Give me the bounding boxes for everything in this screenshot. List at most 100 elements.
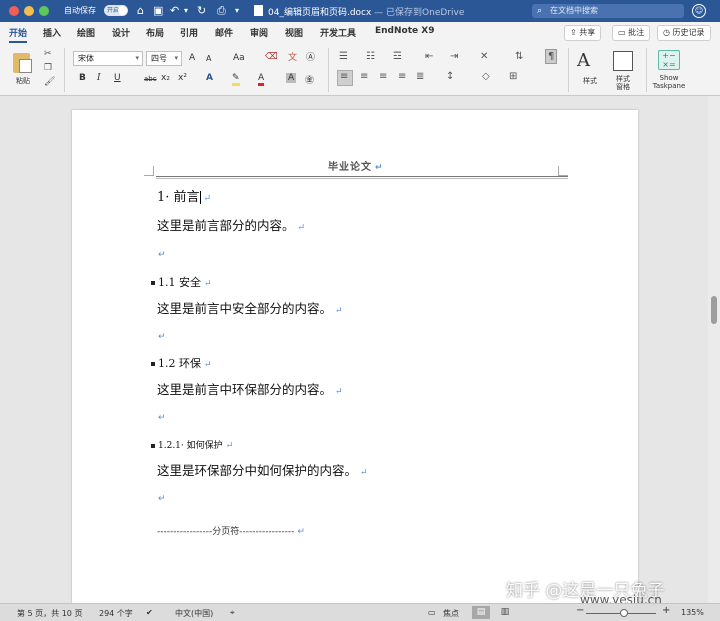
search-input[interactable]: 在文档中搜索 — [532, 4, 684, 18]
borders-icon[interactable]: ⊞ — [509, 71, 517, 82]
strikethrough-button[interactable]: abc — [144, 75, 157, 83]
font-name-select[interactable]: 宋体 ▾ — [73, 51, 143, 66]
focus-icon[interactable]: ▭ — [428, 608, 436, 617]
autosave-toggle[interactable]: 开启 — [104, 5, 128, 16]
decrease-indent-icon[interactable]: ⇤ — [425, 51, 433, 62]
scrollbar-thumb[interactable] — [711, 296, 717, 324]
superscript-button[interactable]: x² — [178, 73, 187, 83]
undo-dropdown-icon[interactable]: ▾ — [184, 3, 188, 19]
zoom-window-button[interactable] — [39, 6, 49, 16]
align-left-icon[interactable]: ≡ — [340, 71, 348, 82]
body-paragraph[interactable]: 这里是前言中环保部分的内容。 ↵ — [157, 379, 343, 398]
document-canvas[interactable]: 毕业论文 ↵ 1· 前言 ↵ 这里是前言部分的内容。 ↵ ↵ 1.1 安全 ↵ 这里是前… — [0, 96, 720, 603]
phonetic-guide-icon[interactable]: 文 — [288, 50, 297, 63]
save-icon[interactable]: ▣ — [153, 3, 163, 19]
shading-icon[interactable]: ◇ — [482, 71, 490, 82]
history-button[interactable]: ◷ 历史记录 — [657, 25, 711, 41]
body-paragraph[interactable]: 这里是环保部分中如何保护的内容。 ↵ — [157, 460, 368, 479]
zoom-in-button[interactable]: + — [662, 605, 670, 616]
word-count[interactable]: 294 个字 — [99, 608, 133, 619]
print-layout-view-button[interactable]: ▤ — [472, 606, 490, 619]
cut-icon[interactable]: ✂ — [44, 49, 52, 59]
increase-indent-icon[interactable]: ⇥ — [450, 51, 458, 62]
paste-button[interactable] — [10, 50, 34, 74]
align-right-icon[interactable]: ≡ — [379, 71, 387, 82]
line-spacing-icon[interactable]: ↕ — [446, 71, 454, 82]
heading-1[interactable]: 1· 前言 ↵ — [157, 186, 211, 205]
highlight-icon[interactable]: ✎ — [232, 73, 240, 86]
zoom-level[interactable]: 135% — [681, 608, 704, 617]
page-count[interactable]: 第 5 页，共 10 页 — [17, 608, 82, 619]
heading-text: 1.2.1· 如何保护 — [158, 441, 223, 451]
empty-paragraph-mark: ↵ — [158, 494, 166, 504]
redo-icon[interactable]: ↻ — [197, 3, 206, 19]
vertical-scrollbar[interactable] — [708, 96, 720, 603]
tab-layout[interactable]: 布局 — [146, 26, 164, 39]
justify-icon[interactable]: ≡ — [398, 71, 406, 82]
chinese-layout-icon[interactable]: ✕ — [480, 51, 488, 62]
bold-button[interactable]: B — [79, 73, 86, 83]
close-window-button[interactable] — [9, 6, 19, 16]
zoom-slider-knob[interactable] — [620, 609, 628, 617]
format-painter-icon[interactable]: 🖌 — [44, 77, 55, 87]
character-shading-icon[interactable]: A — [286, 73, 297, 83]
shrink-font-button[interactable]: A — [206, 54, 211, 63]
tab-view[interactable]: 视图 — [285, 26, 303, 39]
tab-design[interactable]: 设计 — [112, 26, 130, 39]
styles-icon[interactable]: A — [577, 50, 590, 71]
heading-3[interactable]: 1.2.1· 如何保护 ↵ — [151, 438, 233, 451]
document-page[interactable]: 毕业论文 ↵ 1· 前言 ↵ 这里是前言部分的内容。 ↵ ↵ 1.1 安全 ↵ 这里是前… — [72, 110, 638, 603]
web-layout-view-button[interactable]: ▥ — [496, 606, 514, 619]
tab-developer[interactable]: 开发工具 — [320, 26, 356, 39]
home-icon[interactable]: ⌂ — [137, 3, 144, 19]
zoom-out-button[interactable]: − — [576, 605, 584, 616]
enclose-character-icon[interactable]: Ⓐ — [306, 50, 315, 63]
tab-mailings[interactable]: 邮件 — [215, 26, 233, 39]
tab-insert[interactable]: 插入 — [43, 26, 61, 39]
print-icon[interactable]: ⎙ — [217, 3, 226, 19]
underline-button[interactable]: U — [114, 73, 121, 83]
distributed-icon[interactable]: ≣ — [416, 71, 424, 82]
comments-button[interactable]: ▭ 批注 — [612, 25, 651, 41]
enclosed-character-icon[interactable]: ㊎ — [305, 73, 314, 86]
more-icon[interactable]: ▾ — [235, 3, 239, 19]
proofing-icon[interactable]: ✔ — [146, 608, 153, 617]
tab-references[interactable]: 引用 — [180, 26, 198, 39]
tab-draw[interactable]: 绘图 — [77, 26, 95, 39]
heading-2[interactable]: 1.2 环保 ↵ — [151, 355, 212, 371]
accessibility-icon[interactable]: ⌖ — [230, 608, 235, 618]
italic-button[interactable]: I — [97, 73, 101, 83]
tab-review[interactable]: 审阅 — [250, 26, 268, 39]
font-size-select[interactable]: 四号 ▾ — [146, 51, 182, 66]
minimize-window-button[interactable] — [24, 6, 34, 16]
clear-formatting-icon[interactable]: ⌫ — [265, 52, 278, 62]
numbering-icon[interactable]: ☷ — [366, 51, 375, 62]
body-paragraph[interactable]: 这里是前言部分的内容。 ↵ — [157, 215, 305, 234]
show-marks-icon[interactable]: ¶ — [545, 49, 558, 64]
align-center-icon[interactable]: ≡ — [360, 71, 368, 82]
heading-2[interactable]: 1.1 安全 ↵ — [151, 274, 212, 290]
share-button[interactable]: ⇪ 共享 — [564, 25, 602, 41]
show-taskpane-icon[interactable]: +− ×= — [658, 50, 680, 70]
styles-pane-icon[interactable] — [613, 51, 633, 71]
body-paragraph[interactable]: 这里是前言中安全部分的内容。 ↵ — [157, 298, 343, 317]
tab-endnote[interactable]: EndNote X9 — [375, 26, 434, 36]
focus-label[interactable]: 焦点 — [443, 608, 459, 619]
sort-icon[interactable]: ⇅ — [515, 51, 523, 62]
feedback-smiley-icon[interactable]: ☺ — [692, 4, 706, 18]
multilevel-list-icon[interactable]: ☲ — [393, 51, 402, 62]
page-break-marker[interactable]: -----------------分页符----------------- ↵ — [157, 524, 305, 537]
text-effects-icon[interactable]: A — [206, 73, 213, 83]
font-color-icon[interactable]: A — [258, 73, 265, 86]
copy-icon[interactable]: ❐ — [44, 63, 52, 73]
paragraph-mark: ↵ — [204, 279, 212, 289]
document-icon — [254, 5, 263, 16]
bullets-icon[interactable]: ☰ — [339, 51, 348, 62]
undo-icon[interactable]: ↶ — [170, 3, 179, 19]
language-status[interactable]: 中文(中国) — [175, 608, 213, 619]
subscript-button[interactable]: x₂ — [161, 73, 170, 83]
change-case-button[interactable]: Aa — [233, 53, 245, 63]
grow-font-button[interactable]: A — [189, 53, 195, 63]
tab-home[interactable]: 开始 — [9, 26, 28, 43]
show-taskpane-label[interactable]: Show Taskpane — [649, 74, 689, 90]
